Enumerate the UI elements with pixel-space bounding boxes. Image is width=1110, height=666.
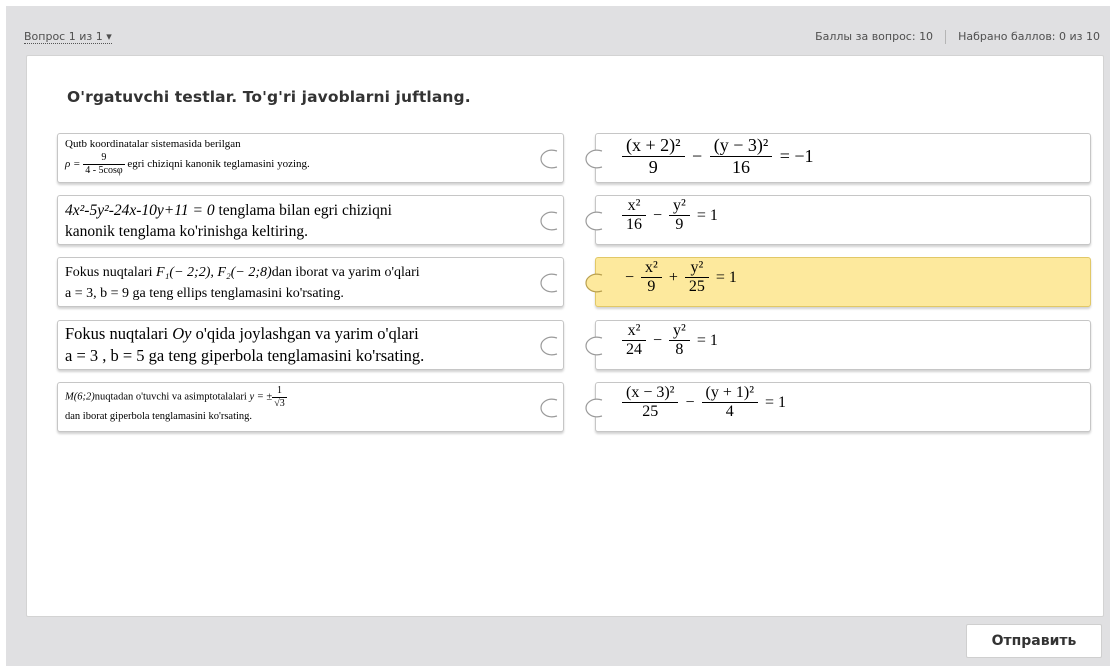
- puzzle-socket-icon: [539, 336, 559, 356]
- puzzle-tab-icon: [584, 398, 604, 418]
- left-card-5-text: M(6;2)nuqtadan o'tuvchi va asimptotalala…: [65, 385, 287, 422]
- puzzle-socket-icon: [539, 398, 559, 418]
- right-card-1[interactable]: (x + 2)² 9 − (y − 3)² 16 = −1: [585, 133, 1091, 183]
- right-card-2[interactable]: x² 16 − y² 9 = 1: [585, 195, 1091, 245]
- left-card-2-text: 4x²-5y²-24x-10y+11 = 0 tenglama bilan eg…: [65, 202, 392, 240]
- left-card-1[interactable]: Qutb koordinatalar sistemasida berilgan …: [57, 133, 564, 183]
- question-nav-label: Вопрос 1 из 1: [24, 30, 103, 43]
- puzzle-socket-icon: [539, 273, 559, 293]
- top-bar: Вопрос 1 из 1 ▾ Баллы за вопрос: 10 Набра…: [24, 30, 1104, 48]
- question-nav-dropdown[interactable]: Вопрос 1 из 1 ▾: [24, 30, 112, 44]
- question-title: O'rgatuvchi testlar. To'g'ri javoblarni …: [67, 88, 471, 106]
- left-card-3-text: Fokus nuqtalari F₁(− 2;2), F₂(− 2;8)dan …: [65, 265, 420, 301]
- right-card-5[interactable]: (x − 3)² 25 − (y + 1)² 4 = 1: [585, 382, 1091, 432]
- left-card-3[interactable]: Fokus nuqtalari F₁(− 2;2), F₂(− 2;8)dan …: [57, 257, 564, 307]
- points-per-question: Баллы за вопрос: 10: [815, 30, 934, 43]
- points-scored: Набрано баллов: 0 из 10: [958, 30, 1100, 43]
- score-area: Баллы за вопрос: 10 Набрано баллов: 0 из …: [815, 30, 1100, 44]
- puzzle-tab-icon: [584, 211, 604, 231]
- puzzle-tab-icon: [584, 149, 604, 169]
- puzzle-tab-icon: [584, 336, 604, 356]
- right-card-5-formula: (x − 3)² 25 − (y + 1)² 4 = 1: [622, 384, 789, 422]
- caret-down-icon: ▾: [106, 30, 112, 43]
- right-card-1-formula: (x + 2)² 9 − (y − 3)² 16 = −1: [622, 135, 817, 177]
- right-card-3[interactable]: − x² 9 + y² 25 = 1: [585, 257, 1091, 307]
- left-card-4-text: Fokus nuqtalari Oy o'qida joylashgan va …: [65, 324, 425, 365]
- right-card-2-formula: x² 16 − y² 9 = 1: [622, 197, 721, 235]
- puzzle-tab-icon: [584, 273, 604, 293]
- puzzle-socket-icon: [539, 211, 559, 231]
- submit-button[interactable]: Отправить: [966, 624, 1102, 658]
- left-card-1-text: Qutb koordinatalar sistemasida berilgan …: [65, 138, 310, 176]
- divider: [945, 30, 947, 44]
- left-card-2[interactable]: 4x²-5y²-24x-10y+11 = 0 tenglama bilan eg…: [57, 195, 564, 245]
- right-card-4[interactable]: x² 24 − y² 8 = 1: [585, 320, 1091, 370]
- left-card-4[interactable]: Fokus nuqtalari Oy o'qida joylashgan va …: [57, 320, 564, 370]
- left-card-5[interactable]: M(6;2)nuqtadan o'tuvchi va asimptotalala…: [57, 382, 564, 432]
- puzzle-socket-icon: [539, 149, 559, 169]
- right-card-3-formula: − x² 9 + y² 25 = 1: [625, 259, 737, 296]
- right-card-4-formula: x² 24 − y² 8 = 1: [622, 322, 721, 360]
- question-panel: O'rgatuvchi testlar. To'g'ri javoblarni …: [26, 55, 1104, 617]
